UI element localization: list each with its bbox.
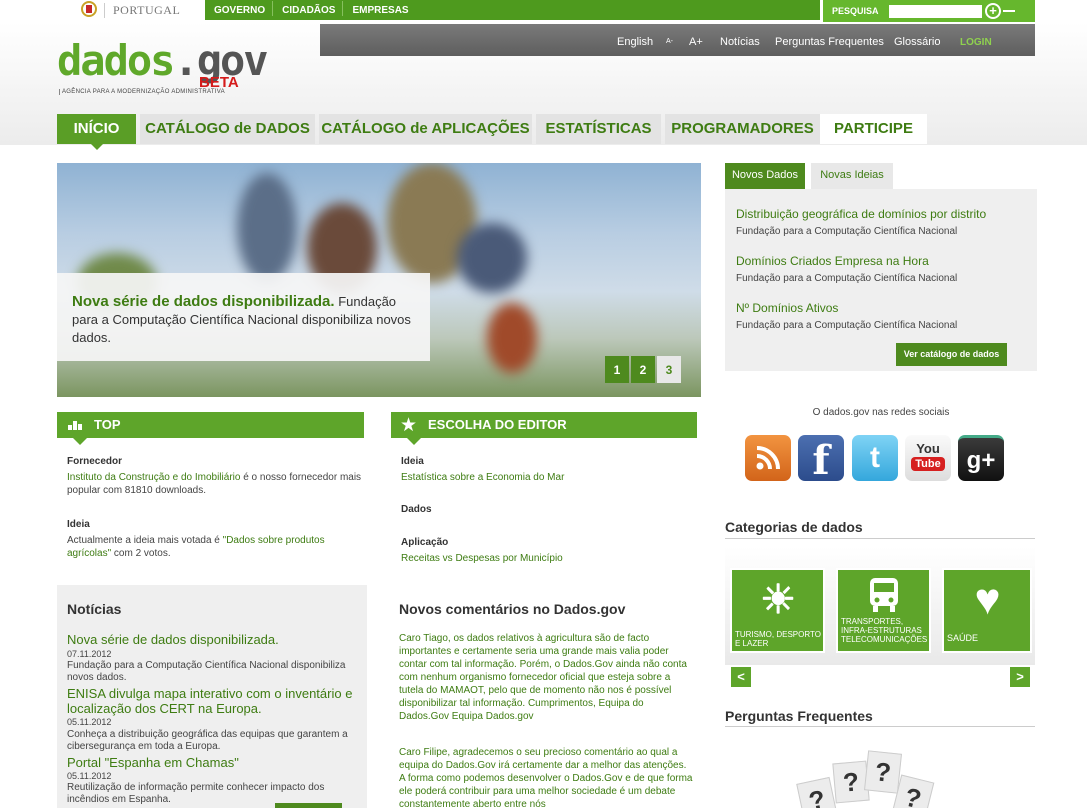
data-item-provider: Fundação para a Computação Científica Na…	[736, 320, 958, 331]
top-fornecedor-link[interactable]: Instituto da Construção e do Imobiliário	[67, 472, 240, 483]
slide-page-2[interactable]: 2	[631, 356, 655, 383]
top-ideia-text: Actualmente a ideia mais votada é "Dados…	[67, 535, 325, 559]
categories-title: Categorias de dados	[725, 519, 863, 535]
search-input[interactable]	[889, 5, 982, 18]
tab-participe[interactable]: PARTICIPE	[820, 114, 927, 144]
data-item-link[interactable]: Distribuição geográfica de domínios por …	[736, 207, 986, 221]
category-saude[interactable]: ♥ SAÚDE	[942, 568, 1032, 653]
youtube-icon[interactable]: You Tube	[905, 435, 951, 481]
logo-dados: dados	[57, 36, 175, 85]
tab-estatisticas[interactable]: ESTATÍSTICAS	[536, 114, 661, 144]
data-item-provider: Fundação para a Computação Científica Na…	[736, 226, 958, 237]
news-item-text: Conheça a distribuição geográfica das eq…	[67, 729, 348, 752]
login-link[interactable]: LOGIN	[960, 37, 992, 48]
divider	[725, 726, 1035, 727]
data-item-provider: Fundação para a Computação Científica Na…	[736, 273, 958, 284]
search-label: PESQUISA	[832, 6, 879, 16]
carousel-next-button[interactable]: >	[1010, 667, 1030, 687]
faq-link[interactable]: Perguntas Frequentes	[775, 36, 884, 48]
divider	[725, 538, 1035, 539]
news-item-text: Fundação para a Computação Científica Na…	[67, 660, 346, 683]
more-news-button[interactable]	[275, 803, 342, 808]
editor-aplicacao-label: Aplicação	[401, 537, 449, 548]
facebook-icon[interactable]: f	[798, 435, 844, 484]
google-plus-icon[interactable]: g+	[958, 435, 1004, 481]
heart-icon: ♥	[974, 575, 1001, 624]
logo-subtitle: AGÊNCIA PARA A MODERNIZAÇÃO ADMINISTRATI…	[59, 89, 225, 95]
font-decrease-button[interactable]: A-	[666, 38, 673, 45]
news-title: Notícias	[67, 601, 122, 617]
editor-dados-label: Dados	[401, 504, 432, 515]
carousel-prev-button[interactable]: <	[731, 667, 751, 687]
news-item-title[interactable]: Nova série de dados disponibilizada.	[67, 632, 357, 647]
editor-ideia-link[interactable]: Estatística sobre a Economia do Mar	[401, 471, 564, 484]
news-item-date: 05.11.2012	[67, 717, 112, 727]
social-title: O dados.gov nas redes sociais	[812, 407, 950, 418]
editor-heading: ESCOLHA DO EDITOR	[391, 412, 697, 445]
font-increase-button[interactable]: A+	[689, 36, 703, 48]
star-icon: ★	[400, 415, 418, 436]
tab-novas-ideias[interactable]: Novas Ideias	[811, 163, 893, 189]
faq-title: Perguntas Frequentes	[725, 708, 873, 724]
nav-governo[interactable]: GOVERNO	[205, 1, 274, 16]
bus-icon	[870, 578, 898, 612]
search-decoration	[1003, 10, 1015, 12]
top-heading: TOP	[57, 412, 364, 445]
tab-catalogo-aplicacoes[interactable]: CATÁLOGO de APLICAÇÕES	[319, 114, 532, 144]
editor-ideia-label: Ideia	[401, 456, 424, 467]
ver-catalogo-button[interactable]: Ver catálogo de dados	[896, 343, 1007, 366]
utility-bar: English A- A+ Notícias Perguntas Frequen…	[320, 24, 1035, 56]
hero-title: Nova série de dados disponibilizada.	[72, 293, 335, 310]
news-item-date: 05.11.2012	[67, 771, 112, 781]
editor-heading-text: ESCOLHA DO EDITOR	[428, 417, 567, 432]
slide-page-1[interactable]: 1	[605, 356, 629, 383]
tab-inicio[interactable]: INÍCIO	[57, 114, 136, 150]
slide-page-3[interactable]: 3	[657, 356, 681, 383]
top-fornecedor-text: Instituto da Construção e do Imobiliário…	[67, 472, 362, 496]
question-mark-icon: ?	[864, 750, 902, 794]
portugal-government-logo[interactable]	[78, 0, 100, 18]
tab-catalogo-dados[interactable]: CATÁLOGO de DADOS	[140, 114, 315, 144]
data-item-link[interactable]: Nº Domínios Ativos	[736, 301, 838, 315]
news-item-title[interactable]: Portal "Espanha em Chamas"	[67, 755, 357, 770]
category-turismo[interactable]: ☀ TURISMO, DESPORTO E LAZER	[730, 568, 825, 653]
top-ideia-label: Ideia	[67, 519, 90, 530]
search-go-icon[interactable]: +	[985, 3, 1001, 19]
comment-text[interactable]: Caro Tiago, os dados relativos à agricul…	[399, 632, 694, 723]
news-item-date: 07.11.2012	[67, 649, 112, 659]
category-transportes[interactable]: TRANSPORTES, INFRA-ESTRUTURAS TELECOMUNI…	[836, 568, 931, 653]
news-item-title[interactable]: ENISA divulga mapa interativo com o inve…	[67, 686, 357, 716]
comment-text[interactable]: Caro Filipe, agradecemos o seu precioso …	[399, 746, 694, 808]
noticias-link[interactable]: Notícias	[720, 36, 760, 48]
podium-icon	[68, 421, 82, 430]
twitter-icon[interactable]: t	[852, 435, 898, 481]
logo-dot: .	[173, 36, 198, 85]
question-mark-icon: ?	[796, 776, 838, 808]
top-heading-text: TOP	[94, 417, 121, 432]
glossario-link[interactable]: Glossário	[894, 36, 940, 48]
hero-caption[interactable]: Nova série de dados disponibilizada. Fun…	[72, 293, 422, 347]
tourism-icon: ☀	[760, 578, 796, 622]
government-nav: GOVERNO CIDADÃOS EMPRESAS	[205, 0, 820, 20]
tab-novos-dados[interactable]: Novos Dados	[725, 163, 805, 189]
tab-programadores[interactable]: PROGRAMADORES	[665, 114, 820, 144]
editor-aplicacao-link[interactable]: Receitas vs Despesas por Município	[401, 552, 563, 565]
nav-empresas[interactable]: EMPRESAS	[343, 1, 415, 16]
nav-cidadaos[interactable]: CIDADÃOS	[273, 1, 344, 16]
top-fornecedor-label: Fornecedor	[67, 456, 123, 467]
data-item-link[interactable]: Domínios Criados Empresa na Hora	[736, 254, 929, 268]
language-english-link[interactable]: English	[617, 36, 653, 48]
portugal-label: PORTUGAL	[104, 3, 180, 18]
comments-title: Novos comentários no Dados.gov	[399, 601, 626, 617]
rss-icon[interactable]	[745, 435, 791, 481]
